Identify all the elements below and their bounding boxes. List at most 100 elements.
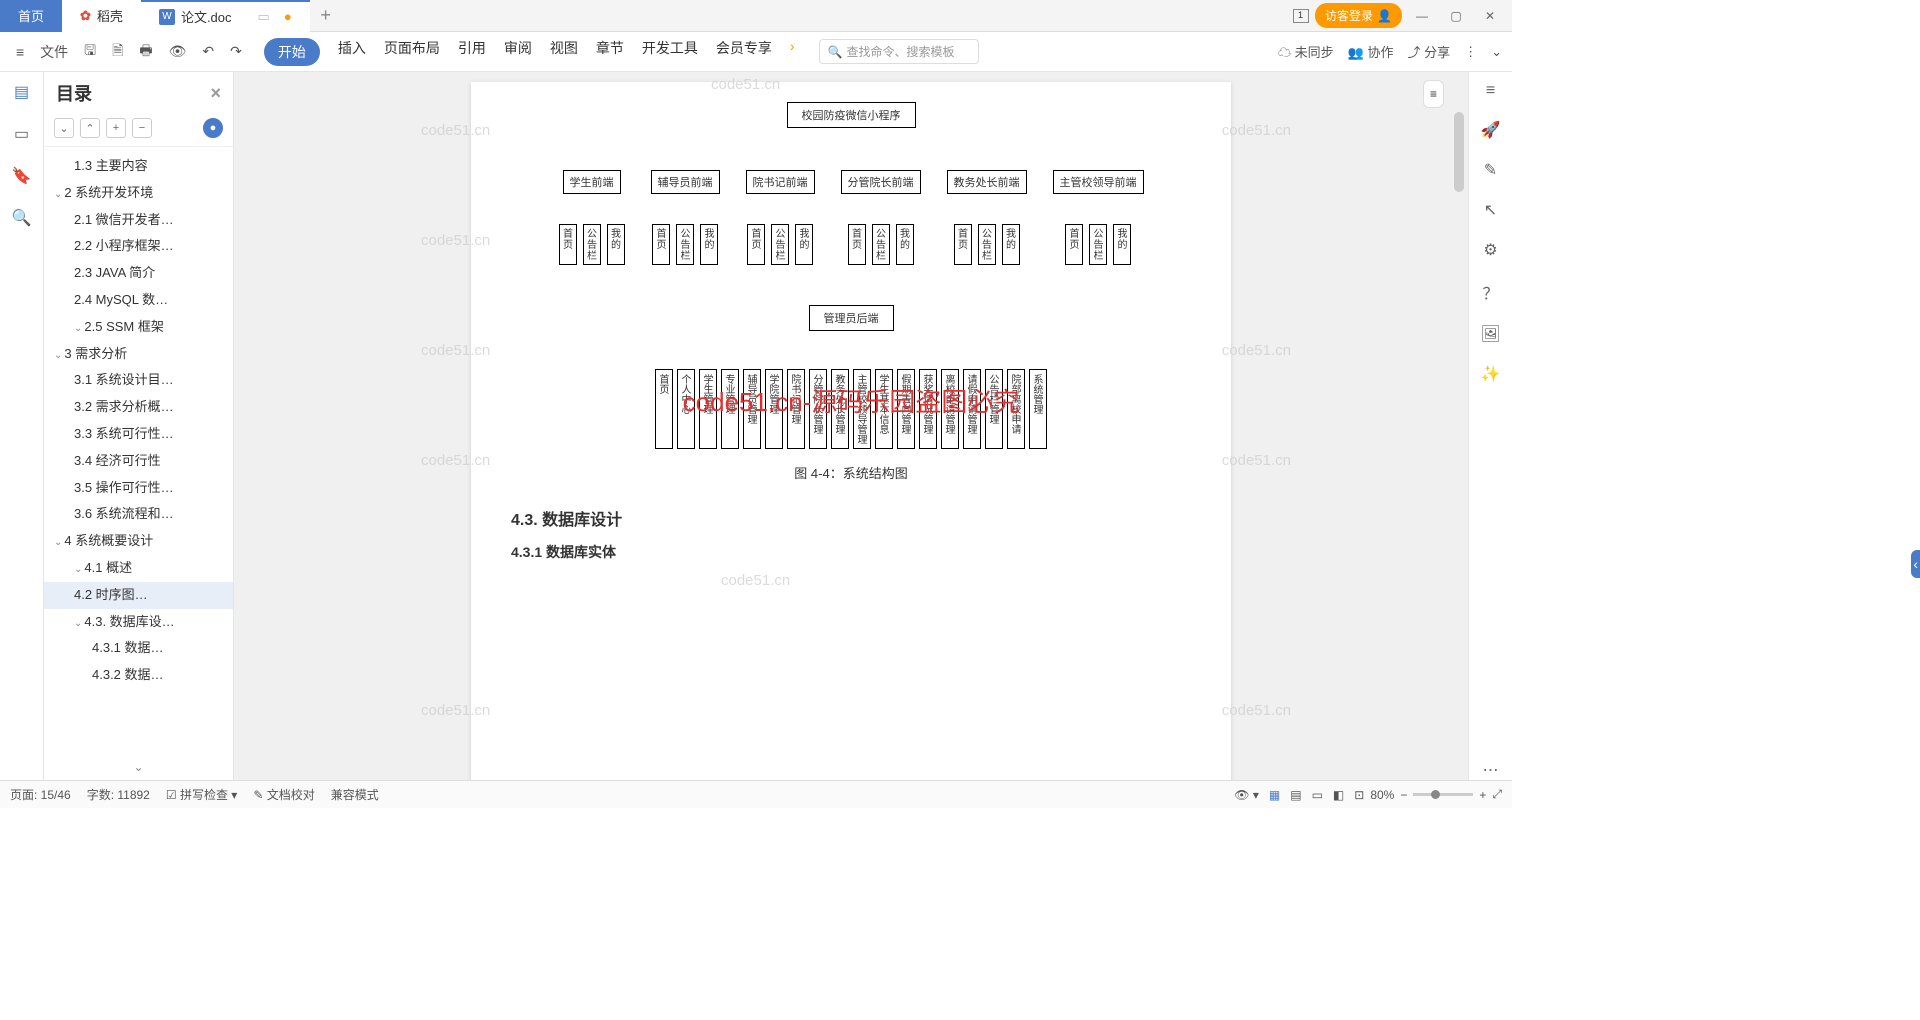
close-button[interactable]: ✕ — [1476, 2, 1504, 30]
zoom-fit-icon[interactable]: ⤢ — [1492, 787, 1502, 802]
save-icon[interactable]: 🖫 — [78, 36, 102, 68]
tab-docker[interactable]: ✿稻壳 — [62, 0, 141, 32]
outline-item[interactable]: ⌄4.3. 数据库设… — [44, 609, 233, 636]
menu-more-icon[interactable]: › — [790, 38, 795, 66]
more-tools-icon[interactable]: ⋯ — [1483, 760, 1499, 780]
outline-sync[interactable]: ● — [203, 118, 223, 138]
bookmark-icon[interactable]: 🔖 — [12, 166, 32, 186]
zoom-control[interactable]: ⊡ 80% − + ⤢ — [1354, 787, 1502, 802]
view-web-icon[interactable]: ▭ — [1312, 788, 1323, 802]
undo-icon[interactable]: ↶ — [196, 39, 220, 64]
menu-devtools[interactable]: 开发工具 — [642, 38, 698, 66]
cursor-icon[interactable]: ↖ — [1484, 200, 1497, 220]
rocket-icon[interactable]: 🚀 — [1481, 120, 1501, 140]
collapse-ribbon-icon[interactable]: ⌄ — [1491, 44, 1502, 60]
screen-icon[interactable]: ▭ — [258, 9, 270, 25]
outline-item[interactable]: ⌄3 需求分析 — [44, 341, 233, 368]
pencil-icon[interactable]: ✎ — [1484, 160, 1497, 180]
outline-item[interactable]: 3.5 操作可行性… — [44, 475, 233, 502]
menu-layout[interactable]: 页面布局 — [384, 38, 440, 66]
redo-icon[interactable]: ↷ — [224, 39, 248, 64]
window-counter-icon[interactable] — [1293, 9, 1309, 23]
document-canvas[interactable]: code51.cn code51.cn code51.cn code51.cn … — [234, 72, 1468, 780]
print-icon[interactable]: 🖶 — [133, 36, 158, 68]
outline-add[interactable]: + — [106, 118, 126, 138]
more-icon[interactable]: ⋮ — [1464, 44, 1477, 60]
page-indicator[interactable]: 页面: 15/46 — [10, 786, 71, 803]
outline-close-icon[interactable]: × — [210, 83, 221, 104]
collapse-pane-button[interactable]: ≡ — [1423, 80, 1444, 108]
help-icon[interactable]: ？ — [1482, 280, 1498, 304]
collab-button[interactable]: 👥 协作 — [1348, 42, 1394, 61]
outline-item[interactable]: 3.1 系统设计目… — [44, 367, 233, 394]
outline-item[interactable]: 4.3.1 数据… — [44, 635, 233, 662]
zoom-in-button[interactable]: + — [1479, 788, 1486, 802]
menu-view[interactable]: 视图 — [550, 38, 578, 66]
menu-member[interactable]: 会员专享 — [716, 38, 772, 66]
outline-item[interactable]: 2.2 小程序框架… — [44, 233, 233, 260]
outline-item[interactable]: 3.2 需求分析概… — [44, 394, 233, 421]
outline-item[interactable]: 3.6 系统流程和… — [44, 501, 233, 528]
menu-insert[interactable]: 插入 — [338, 38, 366, 66]
outline-list[interactable]: 1.3 主要内容⌄2 系统开发环境2.1 微信开发者…2.2 小程序框架…2.3… — [44, 147, 233, 754]
nav-icon[interactable]: ▭ — [14, 124, 29, 144]
outline-item[interactable]: 3.4 经济可行性 — [44, 448, 233, 475]
diagram-front-box: 分管院长前端 — [841, 170, 921, 194]
outline-expand-all[interactable]: ⌃ — [80, 118, 100, 138]
outline-item[interactable]: 4.3.2 数据… — [44, 662, 233, 689]
side-tab-button[interactable]: ‹ — [1911, 550, 1920, 578]
effect-icon[interactable]: ✨ — [1481, 364, 1501, 384]
view-page-icon[interactable]: ▦ — [1269, 788, 1280, 802]
spell-check[interactable]: ☑ 拼写检查 ▾ — [166, 786, 237, 803]
zoom-value: 80% — [1370, 788, 1394, 802]
outline-item[interactable]: 2.1 微信开发者… — [44, 207, 233, 234]
minimize-button[interactable]: — — [1408, 2, 1436, 30]
settings-flow-icon[interactable]: ⚙ — [1483, 240, 1497, 260]
diagram-leaf: 我的 — [700, 224, 718, 265]
eye-icon[interactable]: 👁 ▾ — [1234, 788, 1259, 802]
print-preview-icon[interactable]: 👁 — [163, 39, 193, 64]
toolbox-icon[interactable]: ≡ — [1486, 82, 1495, 100]
translate-icon[interactable]: 🖼 — [1480, 324, 1500, 344]
outline-item[interactable]: 4.2 时序图… — [44, 582, 233, 609]
outline-more[interactable]: ⌄ — [44, 754, 233, 780]
search-input[interactable]: 🔍查找命令、搜索模板 — [819, 39, 979, 64]
outline-remove[interactable]: − — [132, 118, 152, 138]
view-read-icon[interactable]: ◧ — [1333, 788, 1344, 802]
guest-login-button[interactable]: 访客登录👤 — [1315, 3, 1402, 28]
find-icon[interactable]: 🔍 — [12, 208, 32, 228]
tab-home[interactable]: 首页 — [0, 0, 62, 32]
menu-start[interactable]: 开始 — [264, 38, 320, 66]
outline-item[interactable]: ⌄2 系统开发环境 — [44, 180, 233, 207]
menu-reference[interactable]: 引用 — [458, 38, 486, 66]
fit-icon[interactable]: ⊡ — [1354, 788, 1364, 802]
outline-collapse-all[interactable]: ⌄ — [54, 118, 74, 138]
proofread[interactable]: ✎ 文档校对 — [253, 786, 314, 803]
menu-review[interactable]: 审阅 — [504, 38, 532, 66]
outline-item[interactable]: ⌄2.5 SSM 框架 — [44, 314, 233, 341]
diagram-leaf: 首页 — [747, 224, 765, 265]
zoom-slider[interactable] — [1413, 793, 1473, 796]
new-tab-button[interactable]: + — [310, 5, 342, 26]
outline-item[interactable]: ⌄4 系统概要设计 — [44, 528, 233, 555]
word-count[interactable]: 字数: 11892 — [87, 786, 150, 803]
outline-icon[interactable]: ▤ — [14, 82, 29, 102]
sync-button[interactable]: ☁ 未同步 — [1278, 42, 1334, 61]
menu-section[interactable]: 章节 — [596, 38, 624, 66]
hamburger-icon[interactable]: ≡ — [10, 40, 30, 64]
outline-item[interactable]: 2.3 JAVA 简介 — [44, 260, 233, 287]
vertical-scrollbar[interactable] — [1454, 112, 1464, 192]
outline-item[interactable]: 1.3 主要内容 — [44, 153, 233, 180]
view-outline-icon[interactable]: ▤ — [1290, 788, 1301, 802]
outline-item[interactable]: 3.3 系统可行性… — [44, 421, 233, 448]
file-menu[interactable]: 文件 — [34, 38, 74, 66]
outline-item[interactable]: ⌄4.1 概述 — [44, 555, 233, 582]
outline-item[interactable]: 2.4 MySQL 数… — [44, 287, 233, 314]
tab-document[interactable]: W论文.doc▭● — [141, 0, 310, 32]
share-button[interactable]: ⤴ 分享 — [1407, 42, 1450, 61]
compat-mode[interactable]: 兼容模式 — [331, 786, 379, 803]
zoom-out-button[interactable]: − — [1400, 788, 1407, 802]
save-as-icon[interactable]: 🗎 — [106, 36, 129, 68]
maximize-button[interactable]: ▢ — [1442, 2, 1470, 30]
diagram-leaf: 公告栏 — [1089, 224, 1107, 265]
